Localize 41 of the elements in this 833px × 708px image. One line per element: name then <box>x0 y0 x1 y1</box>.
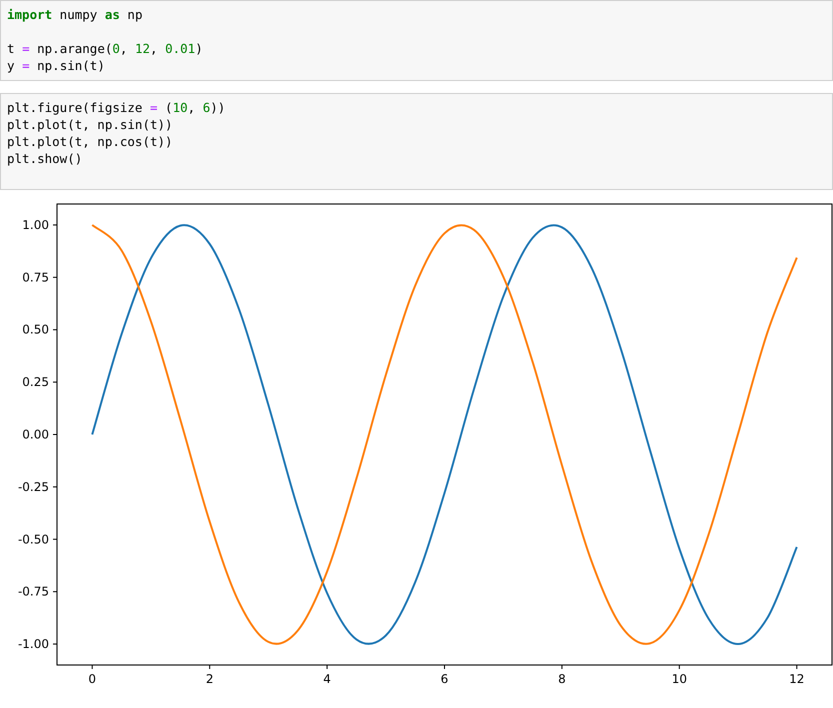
x-tick-label: 2 <box>206 672 214 686</box>
x-tick-label: 4 <box>323 672 331 686</box>
tick-mark <box>92 664 93 670</box>
code-line: y = np.sin(t) <box>7 57 106 74</box>
tick-mark <box>209 664 210 670</box>
tick-mark <box>52 329 58 330</box>
y-tick-label: 0.25 <box>22 375 49 390</box>
x-tick-label: 6 <box>440 672 448 686</box>
y-tick-label: -0.75 <box>18 584 49 599</box>
x-tick-label: 0 <box>88 672 96 686</box>
tick-mark <box>52 486 58 488</box>
code-line: plt.figure(figsize = (10, 6)) <box>7 99 226 116</box>
tick-mark <box>52 434 58 435</box>
y-tick-label: 0.50 <box>22 322 49 337</box>
tick-mark <box>561 664 562 670</box>
x-tick-label: 8 <box>558 672 566 686</box>
tick-mark <box>796 664 798 670</box>
y-tick-label: -1.00 <box>18 637 49 652</box>
y-tick-label: -0.50 <box>18 532 49 546</box>
code-cell[interactable]: import numpy as np t = np.arange(0, 12, 0.01) y = np.sin(t) <box>0 0 833 81</box>
tick-mark <box>326 664 328 670</box>
tick-mark <box>52 224 58 226</box>
tick-mark <box>52 644 58 645</box>
code-line: plt.plot(t, np.cos(t)) <box>7 133 174 150</box>
tick-mark <box>52 382 58 383</box>
tick-mark <box>52 591 58 592</box>
tick-mark <box>52 538 58 540</box>
tick-mark <box>678 664 680 670</box>
y-tick-label: 1.00 <box>22 218 49 232</box>
code-line: t = np.arange(0, 12, 0.01) <box>7 40 204 57</box>
x-tick-label: 12 <box>789 672 804 686</box>
code-line: plt.show() <box>7 150 84 167</box>
tick-mark <box>52 276 58 278</box>
code-cell[interactable]: plt.figure(figsize = (10, 6)) plt.plot(t, np.sin(t)) plt.plot(t, np.cos(t)) plt.show() <box>0 93 833 190</box>
x-tick-label: 10 <box>672 672 687 686</box>
y-tick-label: 0.75 <box>22 270 49 284</box>
code-line: plt.plot(t, np.sin(t)) <box>7 116 174 133</box>
tick-mark <box>444 664 445 670</box>
code-line: import numpy as np <box>7 6 144 23</box>
y-tick-label: 0.00 <box>22 428 49 442</box>
y-tick-label: -0.25 <box>18 480 49 494</box>
